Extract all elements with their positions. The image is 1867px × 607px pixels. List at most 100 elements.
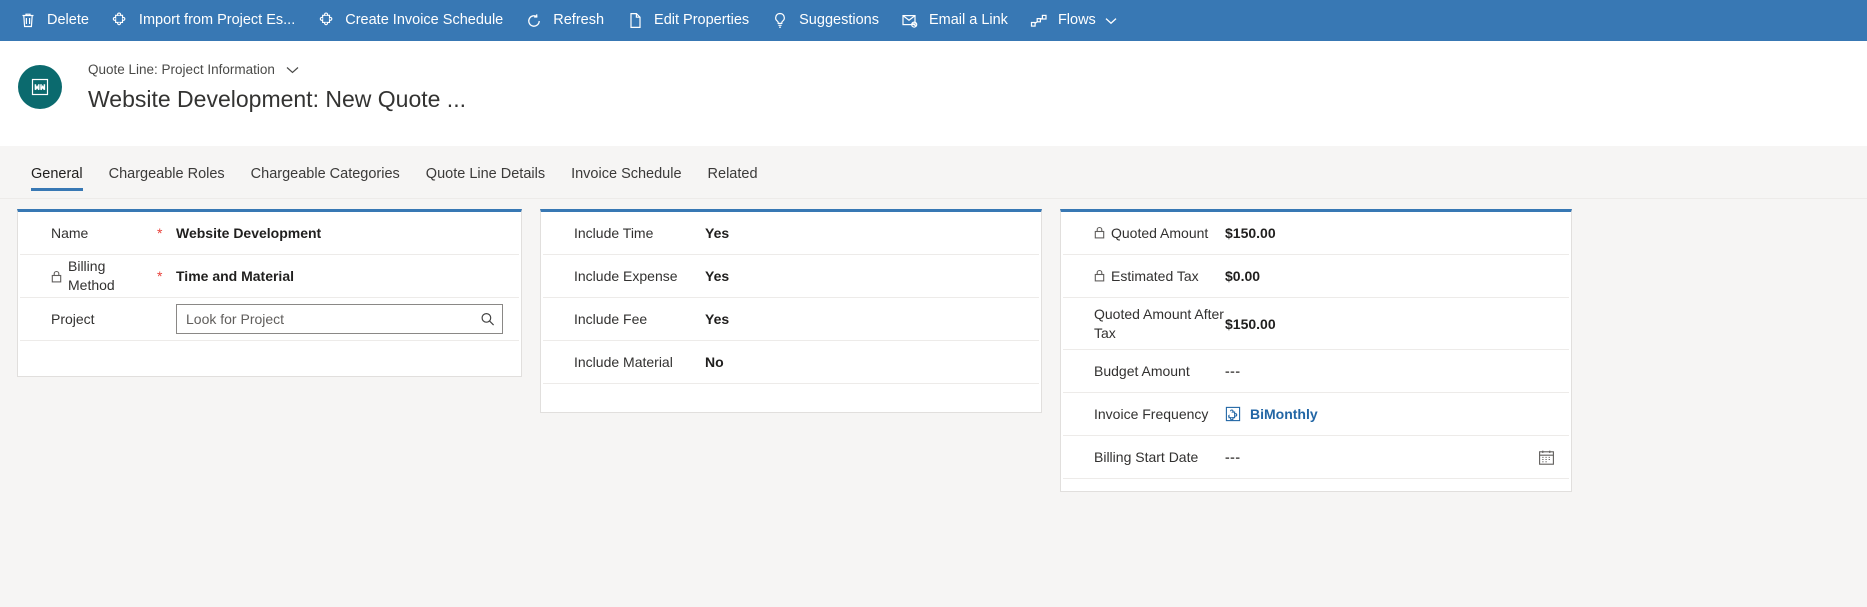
breadcrumb-label: Quote Line: Project Information xyxy=(88,62,275,77)
field-value-include-time[interactable]: Yes xyxy=(705,225,1025,241)
field-label-quoted-amount-after-tax: Quoted Amount After Tax xyxy=(1094,305,1224,341)
command-create-invoice-schedule[interactable]: Create Invoice Schedule xyxy=(306,0,514,41)
field-row-include-fee: Include Fee Yes xyxy=(543,298,1039,341)
command-label: Import from Project Es... xyxy=(138,12,296,29)
field-row-include-expense: Include Expense Yes xyxy=(543,255,1039,298)
tab-label: General xyxy=(31,166,83,182)
command-import-from-project-estimate[interactable]: Import from Project Es... xyxy=(100,0,306,41)
field-label-text: Quoted Amount xyxy=(1111,224,1209,241)
tab-label: Invoice Schedule xyxy=(571,166,682,182)
tab-label: Chargeable Roles xyxy=(108,166,225,182)
quote-line-icon xyxy=(18,65,62,109)
lock-icon xyxy=(1094,226,1105,239)
project-lookup xyxy=(176,304,503,334)
field-value-include-expense[interactable]: Yes xyxy=(705,268,1025,284)
command-email-a-link[interactable]: Email a Link xyxy=(890,0,1019,41)
tab-chargeable-categories[interactable]: Chargeable Categories xyxy=(238,146,413,198)
chevron-down-icon xyxy=(1105,17,1117,25)
field-label-project: Project xyxy=(51,310,95,327)
chevron-down-icon[interactable] xyxy=(286,66,299,74)
field-row-project: Project * xyxy=(20,298,519,341)
tab-label: Related xyxy=(707,166,758,182)
tab-label: Quote Line Details xyxy=(425,166,546,182)
lightbulb-icon xyxy=(771,12,789,30)
section-general-left: Name * Website Development Billing Metho… xyxy=(17,209,522,377)
command-label: Refresh xyxy=(553,12,605,29)
command-flows[interactable]: Flows xyxy=(1019,0,1128,41)
field-row-invoice-frequency: Invoice Frequency BiMonthly xyxy=(1063,393,1569,436)
section-left-spacer xyxy=(20,341,519,355)
field-value-billing-start-date[interactable]: --- xyxy=(1225,449,1444,465)
page-title: Website Development: New Quote ... xyxy=(88,85,466,112)
field-row-estimated-tax: Estimated Tax $0.00 xyxy=(1063,255,1569,298)
section-middle-spacer xyxy=(543,384,1039,398)
field-row-billing-method: Billing Method * Time and Material xyxy=(20,255,519,298)
command-bar: Delete Import from Project Es... Create … xyxy=(0,0,1867,41)
field-row-include-material: Include Material No xyxy=(543,341,1039,384)
field-label-text: Estimated Tax xyxy=(1111,267,1199,284)
field-label-budget-amount: Budget Amount xyxy=(1094,362,1190,379)
tab-label: Chargeable Categories xyxy=(250,166,400,182)
field-label-include-material: Include Material xyxy=(574,353,673,370)
field-value-name[interactable]: Website Development xyxy=(176,225,505,241)
tab-quote-line-details[interactable]: Quote Line Details xyxy=(413,146,558,198)
field-row-billing-start-date: Billing Start Date --- xyxy=(1063,436,1569,479)
tab-invoice-schedule[interactable]: Invoice Schedule xyxy=(558,146,694,198)
required-indicator-billing-method: * xyxy=(157,268,163,284)
field-value-text: BiMonthly xyxy=(1250,406,1318,422)
tab-bar: General Chargeable Roles Chargeable Cate… xyxy=(0,146,1867,199)
field-value-include-fee[interactable]: Yes xyxy=(705,311,1025,327)
field-label-include-time: Include Time xyxy=(574,224,654,241)
field-value-include-material[interactable]: No xyxy=(705,354,1025,370)
command-label: Email a Link xyxy=(928,12,1008,29)
email-link-icon xyxy=(901,12,919,30)
required-indicator-name: * xyxy=(157,225,163,241)
search-input[interactable] xyxy=(176,304,503,334)
field-value-quoted-amount: $150.00 xyxy=(1225,225,1276,241)
section-right-spacer xyxy=(1063,479,1569,493)
tab-related[interactable]: Related xyxy=(695,146,771,198)
field-value-quoted-amount-after-tax: $150.00 xyxy=(1225,315,1276,332)
record-header: Quote Line: Project Information Website … xyxy=(0,41,1867,146)
tab-chargeable-roles[interactable]: Chargeable Roles xyxy=(96,146,238,198)
flows-icon xyxy=(1030,12,1048,30)
breadcrumb[interactable]: Quote Line: Project Information xyxy=(88,63,466,77)
field-row-quoted-amount: Quoted Amount $150.00 xyxy=(1063,212,1569,255)
field-label-billing-method: Billing Method xyxy=(34,257,154,295)
field-value-billing-method[interactable]: Time and Material xyxy=(176,268,505,284)
edit-properties-icon xyxy=(626,12,644,30)
lock-icon xyxy=(51,270,62,283)
trash-icon xyxy=(19,12,37,30)
field-row-budget-amount: Budget Amount --- xyxy=(1063,350,1569,393)
command-label: Create Invoice Schedule xyxy=(345,12,504,29)
field-row-include-time: Include Time Yes xyxy=(543,212,1039,255)
field-label-billing-start-date: Billing Start Date xyxy=(1094,448,1199,465)
field-label-estimated-tax: Estimated Tax xyxy=(1077,267,1225,286)
field-row-name: Name * Website Development xyxy=(20,212,519,255)
puzzle-icon xyxy=(317,12,335,30)
form-body: Name * Website Development Billing Metho… xyxy=(0,199,1867,607)
calendar-icon[interactable] xyxy=(1538,449,1555,466)
command-delete[interactable]: Delete xyxy=(8,0,100,41)
command-edit-properties[interactable]: Edit Properties xyxy=(615,0,760,41)
tab-general[interactable]: General xyxy=(18,146,96,198)
field-value-estimated-tax: $0.00 xyxy=(1225,268,1261,284)
record-chip-icon xyxy=(1225,406,1241,422)
section-amounts: Quoted Amount $150.00 Estimated Tax $0.0… xyxy=(1060,209,1572,492)
field-label-include-fee: Include Fee xyxy=(574,310,648,327)
lock-icon xyxy=(1094,269,1105,282)
command-refresh[interactable]: Refresh xyxy=(514,0,615,41)
command-suggestions[interactable]: Suggestions xyxy=(760,0,890,41)
command-label: Edit Properties xyxy=(654,12,750,29)
command-label: Flows xyxy=(1057,12,1096,29)
refresh-icon xyxy=(525,12,543,30)
section-inclusions: Include Time Yes Include Expense Yes Inc… xyxy=(540,209,1042,413)
command-label: Suggestions xyxy=(799,12,879,29)
field-value-budget-amount[interactable]: --- xyxy=(1225,363,1555,379)
command-label: Delete xyxy=(47,12,89,29)
field-row-quoted-amount-after-tax: Quoted Amount After Tax $150.00 xyxy=(1063,298,1569,350)
puzzle-icon xyxy=(111,12,129,30)
field-label-include-expense: Include Expense xyxy=(574,267,678,284)
field-label-text: Billing Method xyxy=(68,258,115,293)
field-value-invoice-frequency[interactable]: BiMonthly xyxy=(1225,406,1555,422)
